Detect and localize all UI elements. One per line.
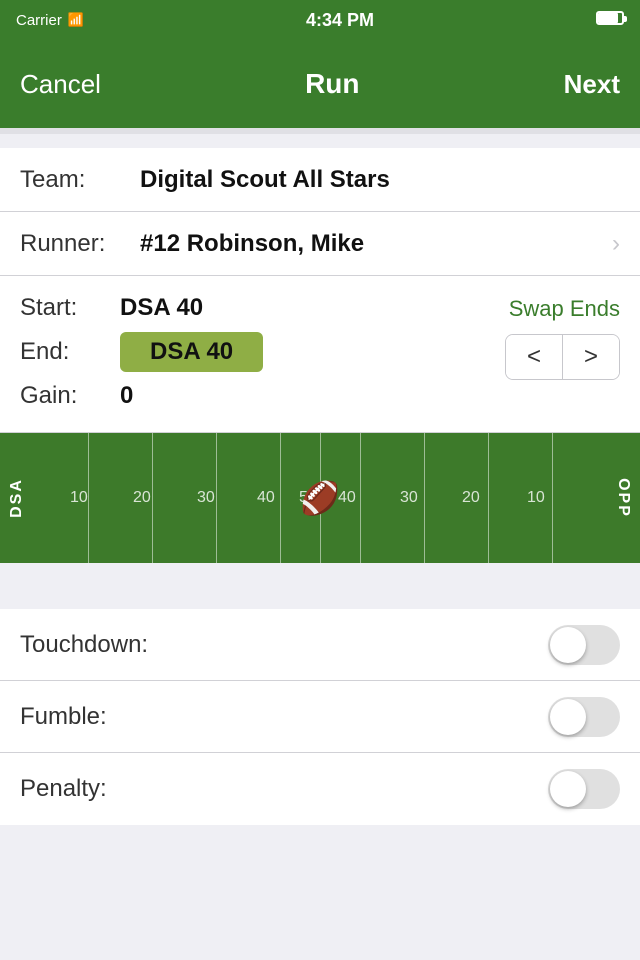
yard-line-40r (360, 433, 361, 563)
touchdown-label: Touchdown: (20, 631, 548, 659)
fumble-knob (550, 699, 586, 735)
decrement-button[interactable]: < (506, 335, 562, 379)
yard-num-20l: 20 (133, 489, 151, 507)
right-controls: Swap Ends < > (505, 286, 620, 380)
yard-line-30l (216, 433, 217, 563)
team-label: Team: (20, 166, 140, 194)
yard-line-20r (488, 433, 489, 563)
end-value[interactable]: DSA 40 (120, 332, 263, 372)
yard-num-10r: 10 (527, 489, 545, 507)
gain-row: Gain: 0 (20, 374, 505, 418)
yard-line-40l (280, 433, 281, 563)
battery-icon (596, 11, 624, 25)
touchdown-row: Touchdown: (0, 609, 640, 681)
runner-value: #12 Robinson, Mike (140, 230, 612, 258)
increment-button[interactable]: > (563, 335, 619, 379)
gain-label: Gain: (20, 382, 120, 410)
play-details-section: Start: DSA 40 End: DSA 40 Gain: 0 Swap E… (0, 276, 640, 433)
touchdown-toggle[interactable] (548, 625, 620, 665)
wifi-icon: 📶 (68, 12, 84, 28)
runner-label: Runner: (20, 230, 140, 258)
field-bottom-spacer (0, 563, 640, 603)
penalty-row: Penalty: (0, 753, 640, 825)
yard-num-20r: 20 (462, 489, 480, 507)
penalty-toggle[interactable] (548, 769, 620, 809)
fumble-label: Fumble: (20, 703, 548, 731)
runner-row[interactable]: Runner: #12 Robinson, Mike › (0, 212, 640, 276)
team-value: Digital Scout All Stars (140, 166, 620, 194)
yard-num-10l: 10 (70, 489, 88, 507)
swap-ends-button[interactable]: Swap Ends (509, 296, 620, 322)
yard-stepper: < > (505, 334, 620, 380)
yard-num-30r: 30 (400, 489, 418, 507)
start-label: Start: (20, 294, 120, 322)
start-end-gain-group: Start: DSA 40 End: DSA 40 Gain: 0 (20, 286, 505, 418)
nav-bar: Cancel Run Next (0, 40, 640, 128)
status-time: 4:34 PM (306, 10, 374, 31)
yard-num-40r: 40 (338, 489, 356, 507)
yard-line-10l (88, 433, 89, 563)
start-row: Start: DSA 40 (20, 286, 505, 330)
yard-line-30r (424, 433, 425, 563)
team-row: Team: Digital Scout All Stars (0, 148, 640, 212)
yard-line-20l (152, 433, 153, 563)
toggle-section: Touchdown: Fumble: Penalty: (0, 609, 640, 825)
runner-chevron-icon: › (612, 230, 620, 258)
away-end-label: OPP (614, 478, 632, 518)
cancel-button[interactable]: Cancel (20, 69, 101, 100)
gain-value: 0 (120, 382, 133, 410)
nav-title: Run (305, 68, 359, 100)
next-button[interactable]: Next (564, 69, 620, 100)
battery-container (596, 11, 624, 29)
end-label: End: (20, 338, 120, 366)
fumble-row: Fumble: (0, 681, 640, 753)
touchdown-knob (550, 627, 586, 663)
penalty-knob (550, 771, 586, 807)
status-left: Carrier 📶 (16, 12, 84, 29)
football-field: 10 20 30 40 50 40 30 20 10 DSA OPP 🏈 (0, 433, 640, 563)
yard-num-30l: 30 (197, 489, 215, 507)
end-row: End: DSA 40 (20, 330, 505, 374)
fumble-toggle[interactable] (548, 697, 620, 737)
start-value: DSA 40 (120, 294, 203, 322)
yard-num-40l: 40 (257, 489, 275, 507)
football-icon: 🏈 (300, 479, 340, 517)
status-bar: Carrier 📶 4:34 PM (0, 0, 640, 40)
penalty-label: Penalty: (20, 775, 548, 803)
home-end-label: DSA (8, 478, 26, 518)
main-content: Team: Digital Scout All Stars Runner: #1… (0, 148, 640, 433)
yard-line-10r (552, 433, 553, 563)
carrier-label: Carrier (16, 12, 62, 29)
top-spacer (0, 134, 640, 148)
